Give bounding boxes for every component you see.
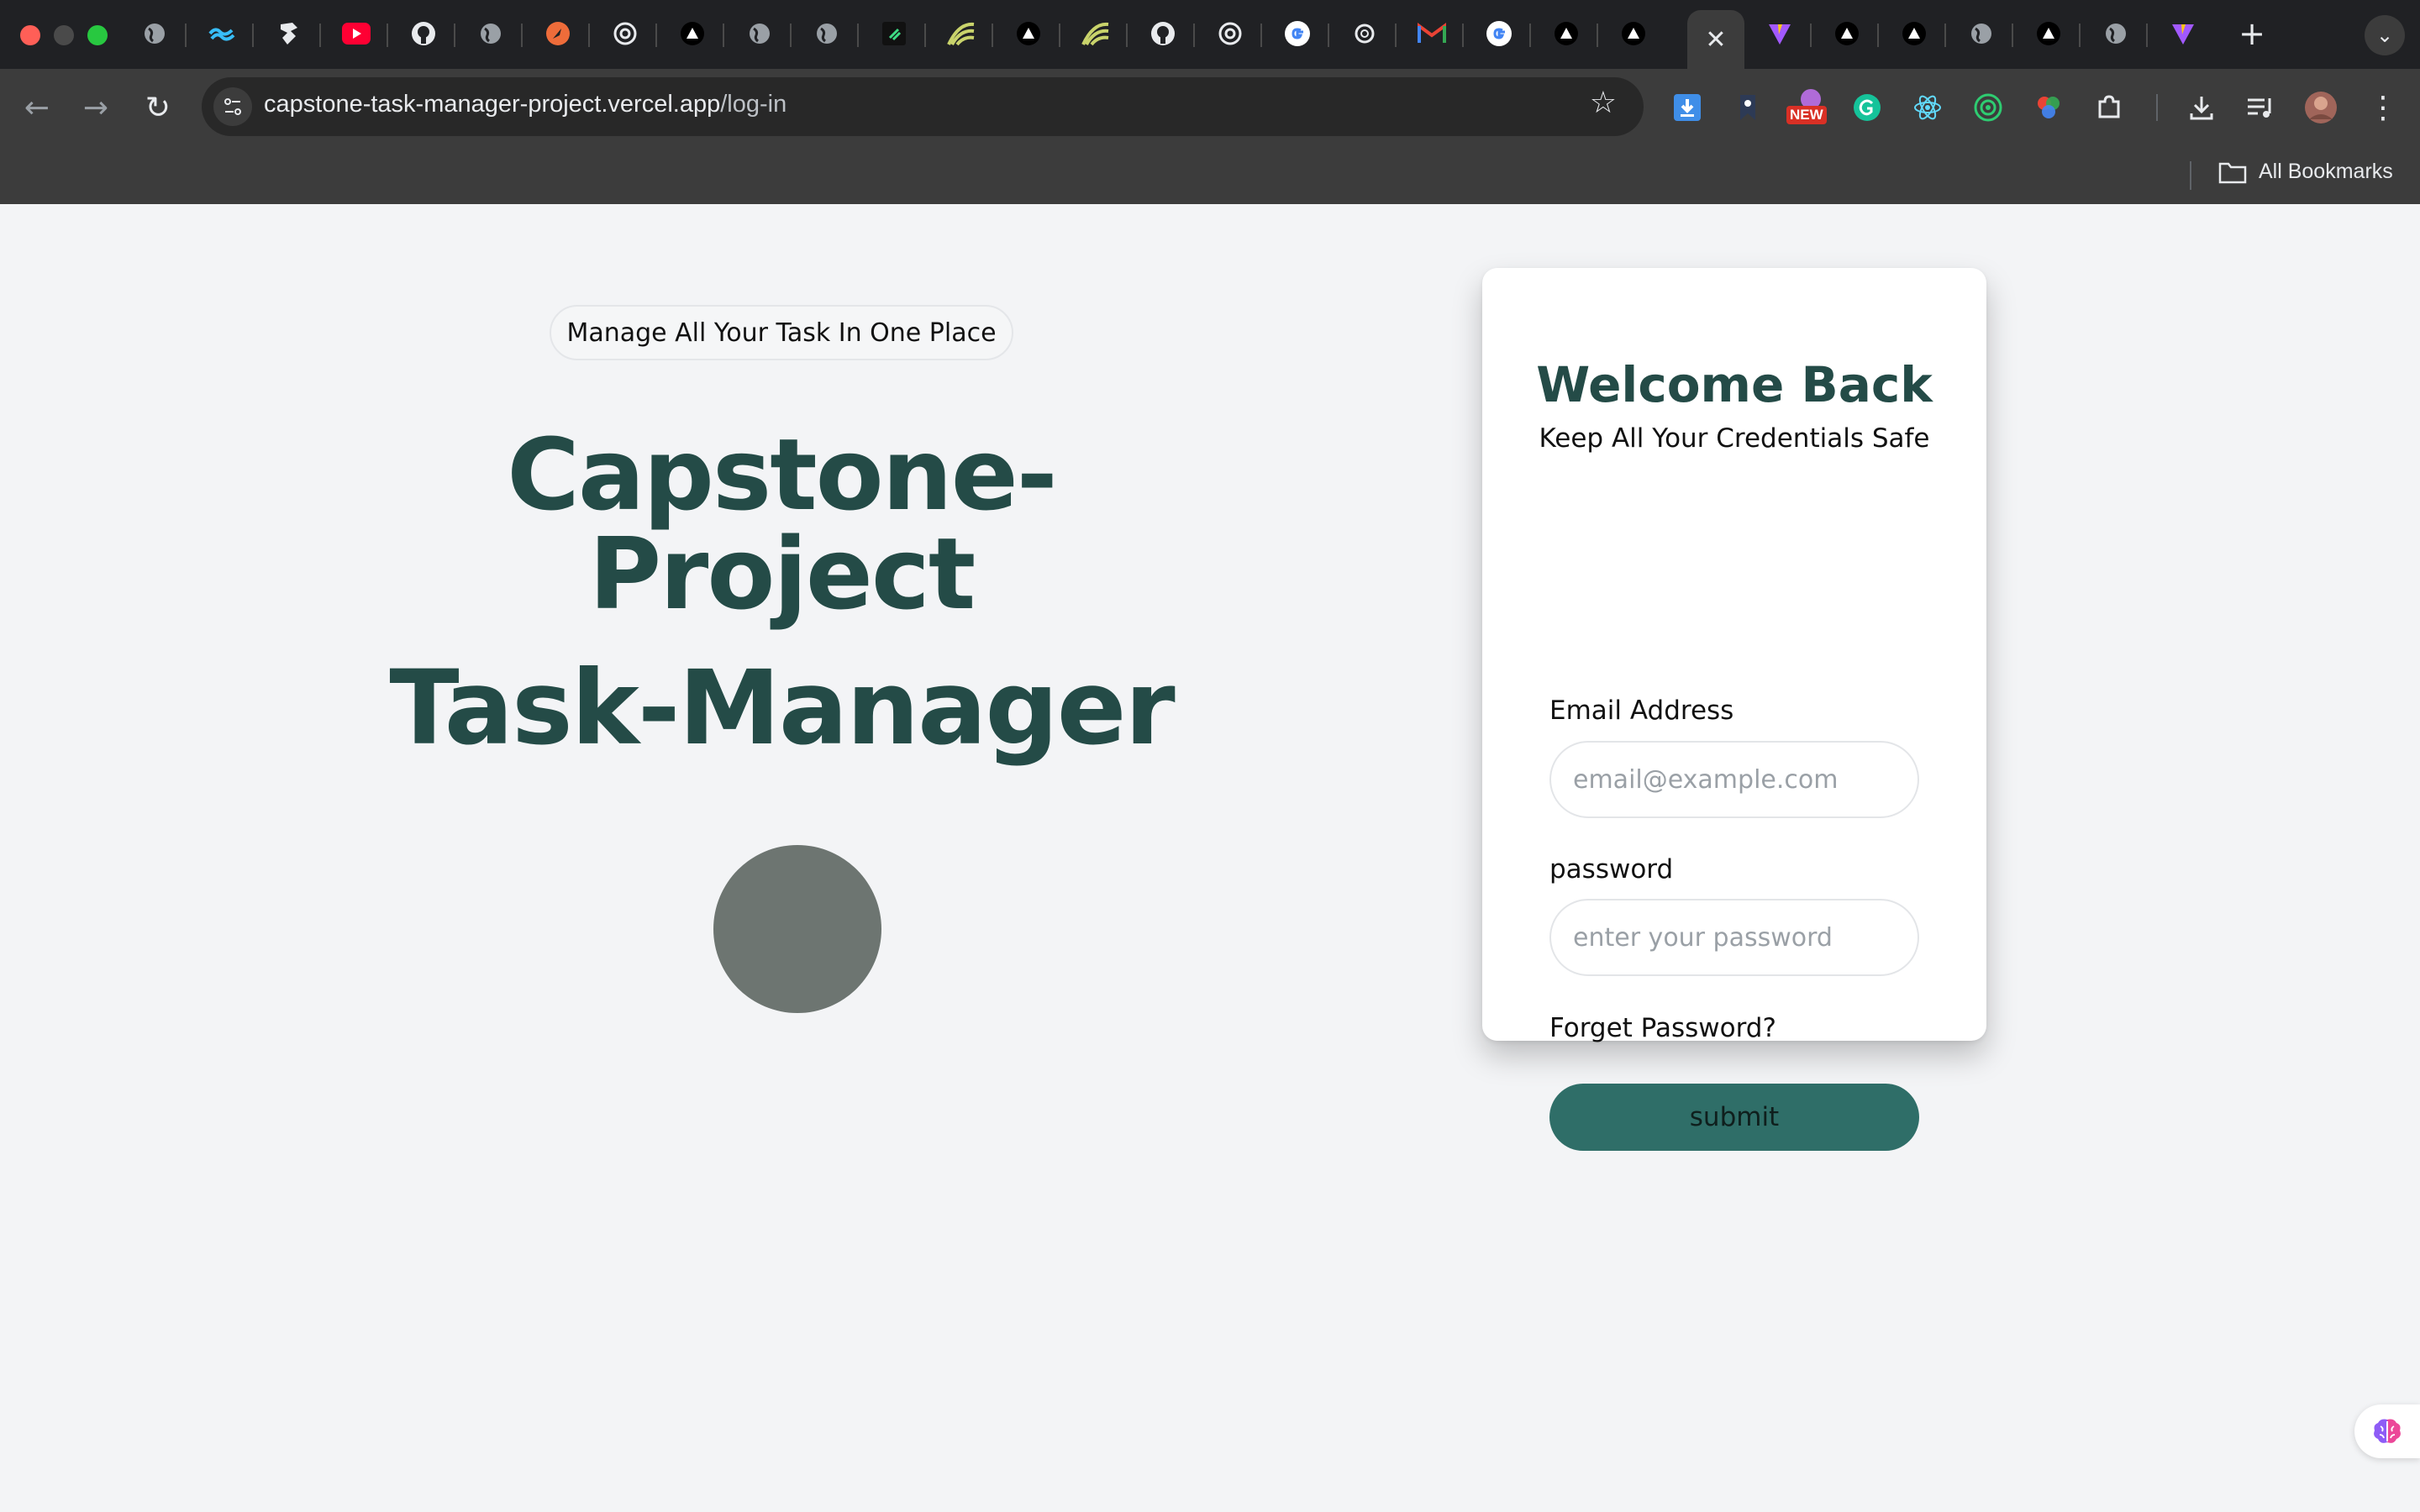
bookmark-star-icon[interactable]: ☆ (1590, 86, 1617, 120)
tab-openai-icon[interactable] (1348, 17, 1381, 50)
profile-avatar[interactable] (2301, 87, 2341, 128)
site-info-icon[interactable] (213, 87, 252, 126)
tab-tailwind-icon[interactable] (205, 17, 239, 50)
tab-vite-icon[interactable] (1763, 17, 1797, 50)
tab-dribbble-icon[interactable] (1079, 17, 1113, 50)
media-controls-icon[interactable] (2240, 87, 2281, 128)
password-input[interactable] (1549, 899, 1919, 976)
tab-globe-icon[interactable] (810, 17, 844, 50)
email-input[interactable] (1549, 741, 1919, 818)
decorative-circle (713, 845, 881, 1013)
react-devtools-icon[interactable] (1907, 87, 1948, 128)
tab-vercel-icon[interactable] (676, 17, 709, 50)
tagline-pill: Manage All Your Task In One Place (550, 305, 1013, 360)
tab-vercel-icon[interactable] (1012, 17, 1045, 50)
tab-chrome-icon[interactable] (1213, 17, 1247, 50)
hero-title-line-2: Project (588, 516, 976, 632)
tab-vercel-icon[interactable] (1830, 17, 1864, 50)
hero-title-line-3: Task-Manager (389, 648, 1175, 768)
minimize-window-button[interactable] (54, 25, 74, 45)
bookmark-extension-icon[interactable] (1728, 87, 1768, 128)
target-extension-icon[interactable] (1968, 87, 2008, 128)
back-button[interactable]: ← (17, 87, 57, 128)
active-tab[interactable]: ✕ (1687, 10, 1744, 69)
tab-chrome-icon[interactable] (608, 17, 642, 50)
page-viewport (0, 204, 2420, 1512)
tab-storybook-icon[interactable] (272, 17, 306, 50)
new-tab-button[interactable]: + (2233, 15, 2270, 52)
close-window-button[interactable] (20, 25, 40, 45)
tab-google-icon[interactable] (1281, 17, 1314, 50)
tab-globe-icon[interactable] (743, 17, 776, 50)
tab-github-icon[interactable] (407, 17, 440, 50)
tab-dribbble-icon[interactable] (944, 17, 978, 50)
color-picker-icon[interactable] (2028, 87, 2069, 128)
forgot-password-link[interactable]: Forget Password? (1549, 1013, 1776, 1043)
new-extension-icon[interactable]: NEW (1786, 87, 1833, 128)
brain-icon (2374, 1419, 2401, 1443)
tab-vite-icon[interactable] (2166, 17, 2200, 50)
tab-globe-icon[interactable] (474, 17, 508, 50)
new-badge: NEW (1786, 106, 1827, 124)
download-extension-icon[interactable] (1667, 87, 1707, 128)
tab-vercel-icon[interactable] (1897, 17, 1931, 50)
tab-shadcn-icon[interactable] (877, 17, 911, 50)
extensions-puzzle-icon[interactable] (2089, 87, 2129, 128)
address-url[interactable]: capstone-task-manager-project.vercel.app… (264, 91, 786, 118)
tab-vercel-icon[interactable] (1549, 17, 1583, 50)
tab-globe-icon[interactable] (1965, 17, 1998, 50)
tab-vercel-icon[interactable] (1617, 17, 1650, 50)
password-label: password (1549, 854, 1674, 885)
tab-globe-icon[interactable] (138, 17, 171, 50)
browser-chrome: ✕ + ⌄ ← → ↻ capstone-task-manager-projec… (0, 0, 2420, 204)
forward-button[interactable]: → (76, 87, 116, 128)
browser-menu-icon[interactable]: ⋮ (2363, 87, 2403, 128)
tab-github-icon[interactable] (1146, 17, 1180, 50)
tab-vercel-icon[interactable] (2032, 17, 2065, 50)
reload-button[interactable]: ↻ (138, 87, 178, 128)
close-tab-icon[interactable]: ✕ (1705, 25, 1726, 55)
email-label: Email Address (1549, 696, 1734, 726)
all-bookmarks-label: All Bookmarks (2259, 160, 2393, 183)
tab-search-button[interactable]: ⌄ (2365, 15, 2405, 55)
tab-gmail-icon[interactable] (1415, 17, 1449, 50)
hero-title-line-1: Capstone- (507, 417, 1057, 533)
address-bar[interactable]: capstone-task-manager-project.vercel.app… (202, 77, 1644, 136)
downloads-icon[interactable] (2181, 87, 2222, 128)
all-bookmarks-button[interactable]: All Bookmarks (2218, 160, 2393, 184)
tab-google-icon[interactable] (1482, 17, 1516, 50)
submit-button[interactable]: submit (1549, 1084, 1919, 1151)
tab-strip: ✕ + ⌄ (0, 0, 2420, 69)
tab-youtube-icon[interactable] (339, 17, 373, 50)
url-path: /log-in (720, 91, 787, 118)
folder-icon (2218, 162, 2247, 183)
login-heading: Welcome Back (1536, 356, 1933, 413)
fullscreen-window-button[interactable] (87, 25, 108, 45)
tab-orange-app-icon[interactable] (541, 17, 575, 50)
login-subheading: Keep All Your Credentials Safe (1539, 423, 1930, 454)
tab-globe-icon[interactable] (2099, 17, 2133, 50)
brain-assistant-button[interactable] (2354, 1404, 2420, 1458)
url-host: capstone-task-manager-project.vercel.app (264, 91, 721, 118)
grammarly-icon[interactable] (1847, 87, 1887, 128)
